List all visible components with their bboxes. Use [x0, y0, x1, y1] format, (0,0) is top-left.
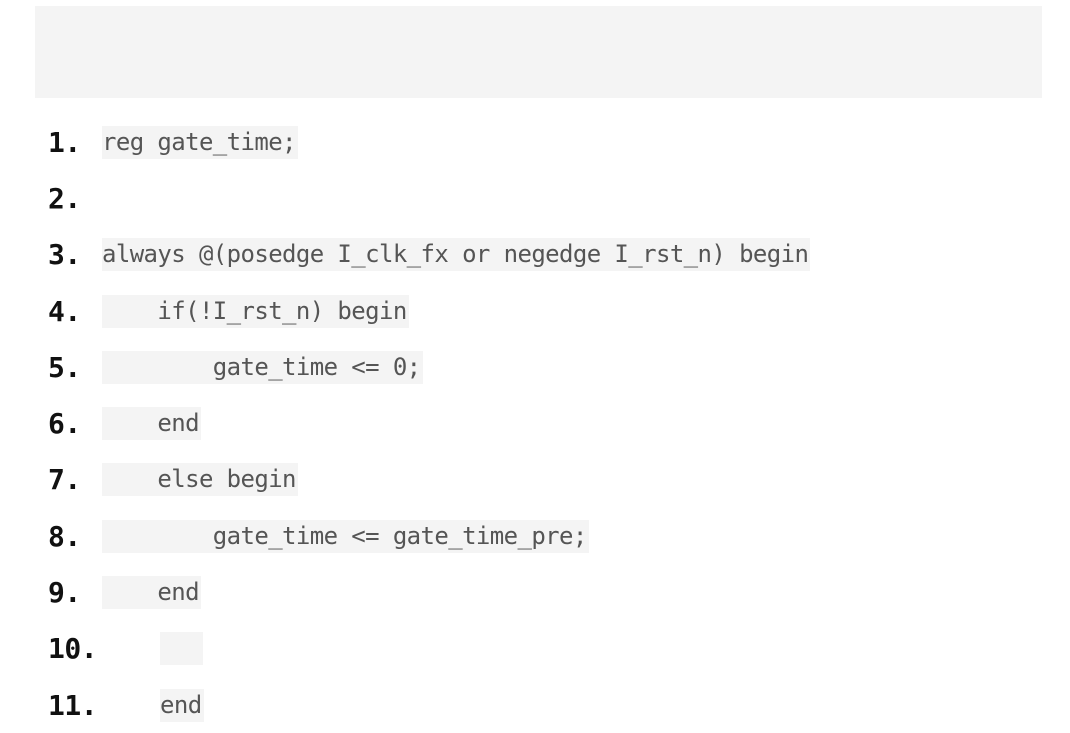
code-text: else begin: [102, 463, 298, 497]
code-line: 5. gate_time <= 0;: [0, 339, 1070, 395]
code-text: end: [102, 576, 201, 610]
code-text: gate_time <= gate_time_pre;: [102, 519, 589, 553]
code-line: 11. end: [0, 677, 1070, 733]
line-number: 6.: [48, 407, 81, 441]
line-number: 8.: [48, 519, 81, 553]
code-line: 10.: [0, 621, 1070, 677]
line-number: 3.: [48, 238, 81, 272]
code-text: reg gate_time;: [102, 125, 298, 159]
code-line: 2.: [0, 170, 1070, 226]
line-number: 2.: [48, 181, 81, 215]
line-number: 4.: [48, 294, 81, 328]
code-text: if(!I_rst_n) begin: [102, 294, 409, 328]
code-text: always @(posedge I_clk_fx or negedge I_r…: [102, 238, 811, 272]
code-line: 8. gate_time <= gate_time_pre;: [0, 508, 1070, 564]
code-block: 1. reg gate_time; 2. 3. always @(posedge…: [0, 114, 1070, 733]
code-line: 1. reg gate_time;: [0, 114, 1070, 170]
line-number: 11.: [48, 688, 98, 722]
code-text: end: [102, 407, 201, 441]
line-number: 1.: [48, 125, 81, 159]
line-number: 7.: [48, 463, 81, 497]
code-line: 3. always @(posedge I_clk_fx or negedge …: [0, 227, 1070, 283]
code-text: end: [160, 688, 204, 722]
code-text: gate_time <= 0;: [102, 350, 423, 384]
code-text: [160, 632, 203, 666]
code-line: 4. if(!I_rst_n) begin: [0, 283, 1070, 339]
line-number: 5.: [48, 350, 81, 384]
code-line: 6. end: [0, 395, 1070, 451]
toolbar-placeholder: [35, 6, 1042, 98]
code-line: 9. end: [0, 564, 1070, 620]
code-line: 7. else begin: [0, 452, 1070, 508]
line-number: 9.: [48, 576, 81, 610]
line-number: 10.: [48, 632, 98, 666]
